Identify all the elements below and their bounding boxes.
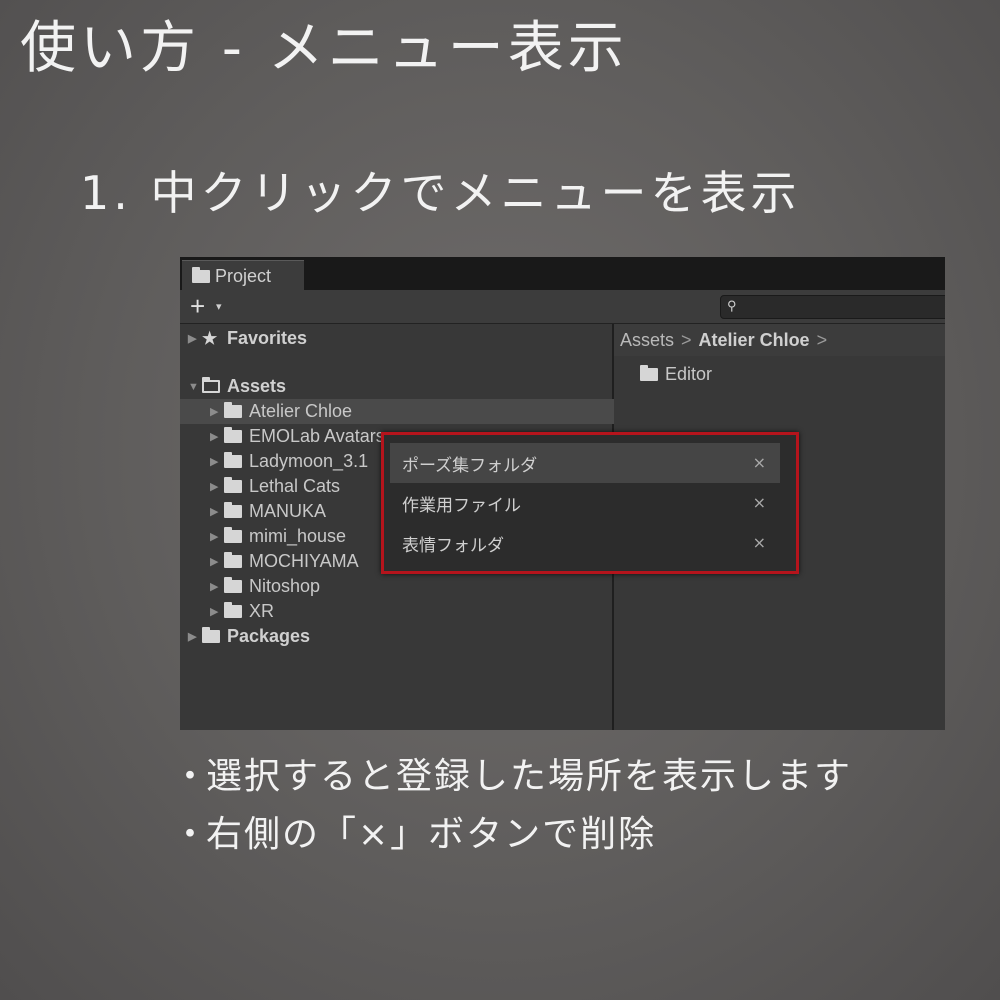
tree-item-folder[interactable]: ▶ Nitoshop bbox=[180, 574, 642, 599]
tree-item-label: Packages bbox=[227, 626, 311, 646]
chevron-right-icon[interactable]: ▶ bbox=[210, 405, 224, 418]
chevron-right-icon: > bbox=[681, 329, 692, 350]
bullet-mark: ・ bbox=[172, 814, 211, 855]
chevron-right-icon[interactable]: ▶ bbox=[210, 555, 224, 568]
folder-icon bbox=[224, 577, 242, 593]
chevron-right-icon[interactable]: ▶ bbox=[210, 580, 224, 593]
tree-item-favorites[interactable]: ▶ ★ Favorites bbox=[180, 326, 620, 351]
chevron-right-icon[interactable]: ▶ bbox=[210, 530, 224, 543]
chevron-right-icon[interactable]: ▶ bbox=[188, 332, 202, 345]
chevron-right-icon[interactable]: ▶ bbox=[210, 505, 224, 518]
chevron-right-icon[interactable]: ▶ bbox=[188, 630, 202, 643]
popup-menu-item[interactable]: 作業用ファイル × bbox=[390, 483, 780, 523]
tree-item-label: Lethal Cats bbox=[249, 476, 341, 496]
chevron-right-icon[interactable]: ▶ bbox=[210, 605, 224, 618]
tab-bar: Project bbox=[180, 257, 945, 291]
close-icon[interactable]: × bbox=[753, 533, 766, 552]
popup-menu-item-label: 表情フォルダ bbox=[402, 535, 504, 556]
breadcrumb-item-current[interactable]: Atelier Chloe bbox=[699, 330, 810, 351]
tree-item-label: Nitoshop bbox=[249, 576, 321, 596]
folder-open-icon bbox=[202, 377, 220, 393]
create-button[interactable]: + bbox=[190, 291, 205, 321]
tree-item-label: EMOLab Avatars bbox=[249, 426, 385, 446]
chevron-down-icon[interactable]: ▼ bbox=[188, 381, 202, 393]
popup-menu-item[interactable]: 表情フォルダ × bbox=[390, 523, 780, 563]
bullet-item: ・右側の「×」ボタンで削除 bbox=[172, 806, 852, 864]
folder-icon bbox=[224, 602, 242, 618]
chevron-right-icon[interactable]: > bbox=[817, 330, 828, 351]
chevron-right-icon[interactable]: ▶ bbox=[210, 455, 224, 468]
folder-icon bbox=[224, 402, 242, 418]
close-icon[interactable]: × bbox=[753, 453, 766, 472]
breadcrumb: Assets > Atelier Chloe > bbox=[614, 324, 945, 356]
folder-icon bbox=[224, 452, 242, 468]
content-item-label: Editor bbox=[665, 364, 713, 384]
folder-icon bbox=[640, 365, 658, 381]
tree-item-label: MOCHIYAMA bbox=[249, 551, 359, 571]
tree-item-folder[interactable]: ▶ XR bbox=[180, 599, 642, 624]
tree-item-label: mimi_house bbox=[249, 526, 347, 546]
tree-item-assets[interactable]: ▼ Assets bbox=[180, 374, 620, 399]
popup-menu-item-label: 作業用ファイル bbox=[402, 495, 521, 516]
search-input[interactable]: ⚲ bbox=[720, 295, 945, 319]
chevron-right-icon[interactable]: ▶ bbox=[210, 430, 224, 443]
breadcrumb-item-root[interactable]: Assets bbox=[620, 330, 674, 351]
folder-icon bbox=[224, 527, 242, 543]
chevron-down-icon[interactable]: ▾ bbox=[216, 300, 222, 313]
folder-icon bbox=[202, 627, 220, 643]
bullet-mark: ・ bbox=[172, 756, 211, 797]
tree-item-label: XR bbox=[249, 601, 275, 621]
folder-icon bbox=[224, 427, 242, 443]
tree-item-folder[interactable]: ▶ Atelier Chloe bbox=[180, 399, 642, 424]
bullet-text: 選択すると登録した場所を表示します bbox=[206, 756, 853, 797]
toolbar: + ▾ ⚲ bbox=[180, 290, 945, 324]
tree-item-label: Ladymoon_3.1 bbox=[249, 451, 369, 471]
popup-menu-item[interactable]: ポーズ集フォルダ × bbox=[390, 443, 780, 483]
folder-icon bbox=[224, 552, 242, 568]
tree-item-label: Assets bbox=[227, 376, 287, 396]
tree-item-packages[interactable]: ▶ Packages bbox=[180, 624, 620, 649]
popup-menu-item-label: ポーズ集フォルダ bbox=[402, 455, 538, 476]
content-item-folder[interactable]: Editor bbox=[640, 364, 712, 385]
bookmark-popup-menu: ポーズ集フォルダ × 作業用ファイル × 表情フォルダ × bbox=[381, 432, 799, 574]
page-subtitle: 1. 中クリックでメニューを表示 bbox=[80, 166, 801, 220]
folder-icon bbox=[224, 502, 242, 518]
tab-project[interactable]: Project bbox=[182, 260, 304, 291]
tree-item-label: Atelier Chloe bbox=[249, 401, 353, 421]
bullet-list: ・選択すると登録した場所を表示します ・右側の「×」ボタンで削除 bbox=[172, 748, 852, 864]
chevron-right-icon[interactable]: ▶ bbox=[210, 480, 224, 493]
bullet-text: 右側の「×」ボタンで削除 bbox=[206, 814, 657, 855]
bullet-item: ・選択すると登録した場所を表示します bbox=[172, 748, 852, 806]
folder-icon bbox=[192, 266, 210, 283]
close-icon[interactable]: × bbox=[753, 493, 766, 512]
folder-icon bbox=[224, 477, 242, 493]
tree-item-label: Favorites bbox=[227, 328, 308, 348]
tab-label: Project bbox=[215, 265, 272, 286]
popup-menu-list: ポーズ集フォルダ × 作業用ファイル × 表情フォルダ × bbox=[390, 443, 780, 563]
tree-item-label: MANUKA bbox=[249, 501, 327, 521]
star-icon: ★ bbox=[202, 328, 218, 348]
magnifier-icon: ⚲ bbox=[727, 298, 737, 313]
page-title: 使い方 - メニュー表示 bbox=[20, 16, 628, 81]
